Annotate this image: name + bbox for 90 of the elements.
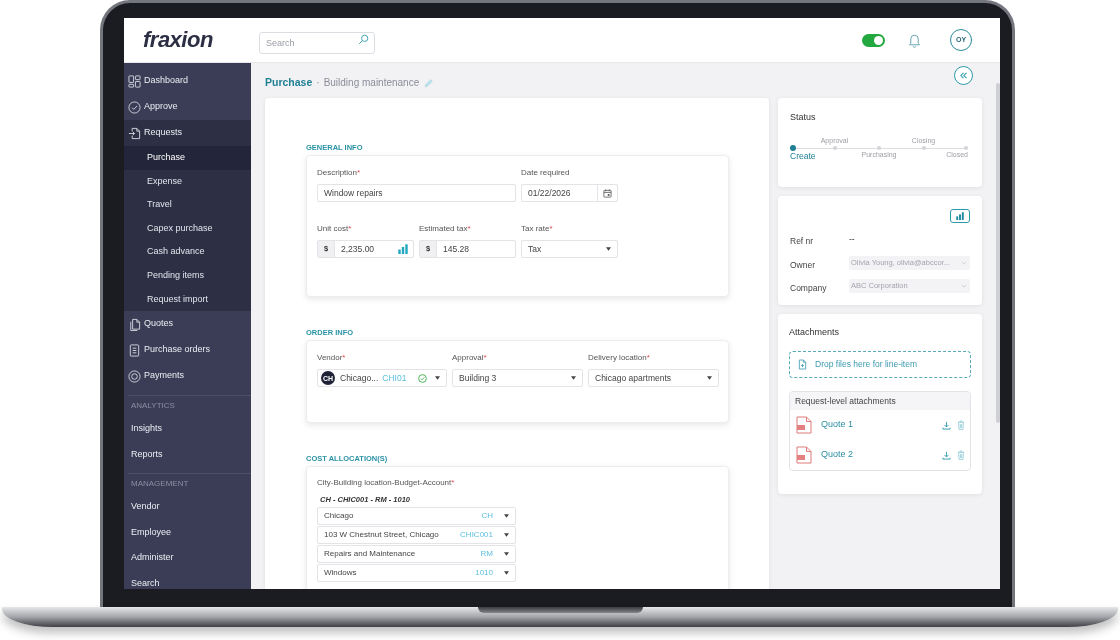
field-label: Date required bbox=[521, 167, 570, 179]
calendar-icon[interactable] bbox=[603, 188, 612, 198]
detail-label: Company bbox=[790, 283, 827, 293]
double-chevron-icon bbox=[959, 71, 968, 80]
sidebar-item[interactable]: Approve bbox=[124, 94, 251, 120]
dropdown-field[interactable]: Building 3 bbox=[452, 369, 583, 387]
dropdown-field[interactable]: Chicago apartments bbox=[588, 369, 719, 387]
sidebar-subitem[interactable]: Pending items bbox=[124, 263, 251, 288]
coin-icon bbox=[128, 369, 141, 383]
sidebar-item[interactable]: Purchase orders bbox=[124, 337, 251, 364]
search-field[interactable]: Search bbox=[259, 32, 375, 54]
search-icon[interactable] bbox=[358, 34, 369, 45]
documents-icon bbox=[128, 317, 141, 331]
detail-label: Owner bbox=[790, 259, 816, 270]
sidebar-item[interactable]: Requests bbox=[124, 120, 251, 146]
file-link[interactable]: Quote 2 bbox=[821, 448, 854, 462]
dashboard-icon bbox=[128, 74, 141, 88]
sidebar-subitem[interactable]: Purchase bbox=[124, 146, 251, 170]
check-circle-icon bbox=[128, 100, 141, 114]
chevron-down-icon bbox=[961, 260, 967, 265]
logo: fraxion bbox=[143, 29, 213, 51]
toggle-switch[interactable] bbox=[862, 33, 885, 47]
caret-icon bbox=[504, 533, 509, 537]
sidebar-subitem[interactable]: Travel bbox=[124, 193, 251, 217]
date-field[interactable]: 01/22/2026 bbox=[521, 184, 618, 202]
detail-value: -- bbox=[849, 232, 855, 246]
page-title: Purchase bbox=[265, 75, 313, 90]
document-icon bbox=[128, 343, 141, 357]
caret-icon bbox=[606, 247, 611, 251]
sidebar-item[interactable]: Dashboard bbox=[124, 68, 251, 94]
segment-code: 1010 bbox=[474, 567, 493, 579]
field-label: Approval* bbox=[452, 352, 487, 364]
caret-icon bbox=[504, 552, 509, 556]
field-label: Estimated tax* bbox=[419, 223, 471, 235]
collapse-button[interactable] bbox=[954, 66, 973, 85]
caret-icon bbox=[504, 571, 509, 575]
caret-icon bbox=[707, 376, 712, 380]
caret-icon bbox=[504, 514, 509, 518]
field-label: Tax rate* bbox=[521, 223, 553, 235]
trash-icon[interactable] bbox=[957, 420, 965, 430]
chart-button[interactable] bbox=[950, 209, 970, 223]
segment-code: CHIC001 bbox=[459, 529, 493, 541]
sidebar-subitem[interactable]: Capex purchase bbox=[124, 216, 251, 241]
step-label: Create bbox=[790, 151, 816, 161]
document-arrow-icon bbox=[128, 126, 141, 140]
list-header: Request-level attachments bbox=[795, 394, 896, 408]
dropdown-field[interactable]: 103 W Chestnut Street, Chicago CHIC001 bbox=[317, 526, 516, 544]
section-heading: MANAGEMENT bbox=[131, 480, 189, 489]
sidebar-item[interactable]: Insights bbox=[124, 416, 251, 442]
field-label: Description* bbox=[317, 167, 361, 179]
trash-icon[interactable] bbox=[957, 450, 965, 460]
caret-icon bbox=[571, 376, 576, 380]
sidebar-subitem[interactable]: Expense bbox=[124, 169, 251, 194]
document-icon bbox=[796, 416, 812, 434]
bar-chart-icon bbox=[956, 212, 964, 220]
sidebar-item[interactable]: Payments bbox=[124, 363, 251, 390]
field-label: Unit cost* bbox=[317, 223, 352, 235]
sidebar-item[interactable]: Reports bbox=[124, 441, 251, 468]
dropdown-field[interactable]: Tax bbox=[521, 240, 618, 258]
sidebar-item[interactable]: Quotes bbox=[124, 311, 251, 338]
card-title: Attachments bbox=[789, 326, 840, 338]
text-field[interactable]: Window repairs bbox=[317, 184, 516, 202]
file-link[interactable]: Quote 1 bbox=[821, 418, 854, 432]
detail-label: Ref nr bbox=[790, 236, 814, 246]
segment-code: RM bbox=[479, 548, 493, 560]
scrollbar[interactable] bbox=[996, 83, 1000, 423]
dropdown-field[interactable]: Windows 1010 bbox=[317, 564, 516, 582]
dropdown-field[interactable]: Chicago CH bbox=[317, 507, 516, 525]
dropdown-field[interactable]: Repairs and Maintenance RM bbox=[317, 545, 516, 563]
sidebar-item[interactable]: Vendor bbox=[124, 494, 251, 520]
segment-code: CH bbox=[480, 510, 493, 522]
download-icon[interactable] bbox=[942, 420, 951, 430]
field-label: Delivery location* bbox=[588, 352, 650, 364]
sidebar-item[interactable]: Employee bbox=[124, 519, 251, 546]
sidebar-item[interactable]: Administer bbox=[124, 545, 251, 571]
field-label: City-Building location-Budget-Account* bbox=[317, 477, 455, 489]
page-subtitle: Building maintenance bbox=[323, 76, 420, 91]
bar-chart-icon[interactable] bbox=[398, 244, 408, 254]
card-title: Status bbox=[790, 111, 816, 123]
caret-icon bbox=[435, 376, 440, 380]
sidebar-item[interactable]: Search bbox=[124, 570, 251, 589]
sidebar-subitem[interactable]: Request import bbox=[124, 287, 251, 312]
download-icon[interactable] bbox=[942, 450, 951, 460]
title-separator: · bbox=[316, 76, 320, 91]
field-label: Vendor* bbox=[317, 352, 346, 364]
vendor-code: CHI01 bbox=[382, 371, 407, 385]
section-heading: ANALYTICS bbox=[131, 402, 175, 411]
document-icon bbox=[796, 446, 812, 464]
sidebar-subitem[interactable]: Cash advance bbox=[124, 240, 251, 264]
file-plus-icon bbox=[798, 359, 807, 370]
